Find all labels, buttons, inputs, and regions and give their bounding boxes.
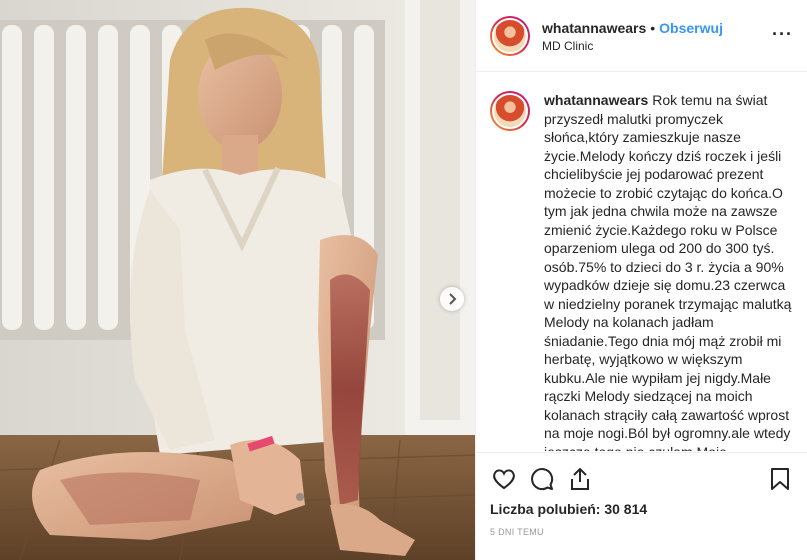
bookmark-icon: [771, 468, 789, 490]
action-icons: [490, 461, 794, 497]
heart-icon: [493, 469, 515, 490]
follow-button[interactable]: Obserwuj: [659, 20, 723, 36]
author-avatar[interactable]: [490, 15, 530, 56]
likes-number: 30 814: [604, 501, 648, 517]
post-photo[interactable]: [0, 0, 475, 560]
caption-username[interactable]: whatannawears: [544, 92, 648, 108]
post-side-panel: whatannawears • Obserwuj MD Clinic ··· wha…: [475, 0, 807, 560]
like-button[interactable]: [490, 465, 518, 493]
caption-author-avatar[interactable]: [490, 91, 530, 131]
post-header: whatannawears • Obserwuj MD Clinic ···: [476, 0, 807, 72]
photo-illustration: [0, 0, 475, 560]
caption-text: Rok temu na świat przyszedł malutki prom…: [544, 92, 792, 451]
carousel-next-button[interactable]: [440, 287, 464, 311]
more-options-button[interactable]: ···: [772, 25, 793, 43]
post-actions: Liczba polubień: 30 814 5 DNI TEMU: [476, 452, 807, 537]
likes-count[interactable]: Liczba polubień: 30 814: [490, 501, 794, 517]
save-button[interactable]: [766, 465, 794, 493]
header-text: whatannawears • Obserwuj MD Clinic: [542, 19, 723, 53]
comment-icon: [531, 468, 554, 491]
post-caption: whatannawears Rok temu na świat przyszedł…: [544, 91, 794, 451]
likes-label: Liczba polubień:: [490, 501, 601, 517]
separator-dot: •: [650, 19, 656, 36]
post-timestamp[interactable]: 5 DNI TEMU: [490, 527, 794, 537]
comments-section[interactable]: whatannawears Rok temu na świat przyszedł…: [476, 73, 807, 451]
share-icon: [571, 467, 589, 490]
share-button[interactable]: [566, 465, 594, 493]
post-location[interactable]: MD Clinic: [542, 39, 723, 53]
chevron-right-icon: [449, 293, 457, 305]
comment-button[interactable]: [528, 465, 556, 493]
author-username[interactable]: whatannawears: [542, 20, 646, 36]
